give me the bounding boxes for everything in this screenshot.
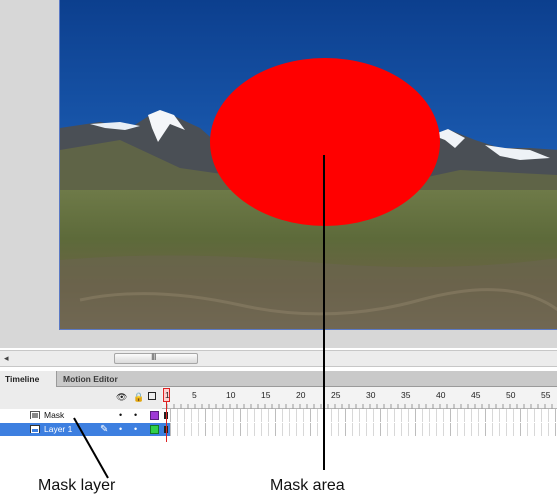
mask-layer-callout-line bbox=[73, 417, 109, 479]
mask-area-label: Mask area bbox=[270, 477, 345, 494]
mask-layer-label: Mask layer bbox=[38, 477, 116, 494]
